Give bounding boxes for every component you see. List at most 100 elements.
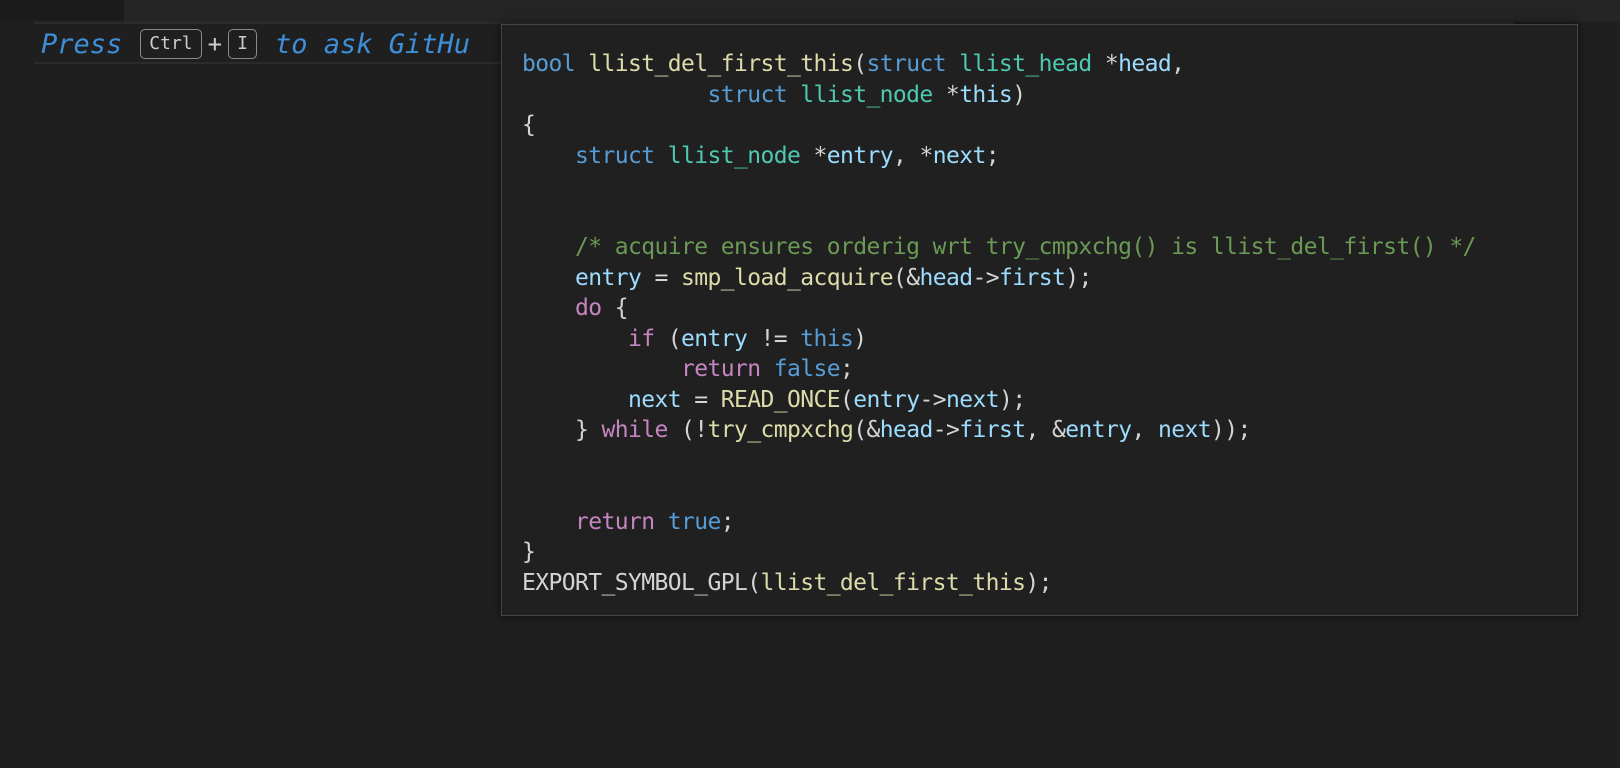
code-token: )); [1210, 417, 1251, 443]
code-line: do { [522, 293, 1476, 324]
code-line: } while (!try_cmpxchg(&head->first, &ent… [522, 415, 1476, 446]
code-token: this [800, 325, 854, 352]
code-token: { [522, 112, 536, 138]
code-token: , [1131, 417, 1158, 443]
code-token: ( [654, 325, 682, 352]
code-token: while [601, 417, 668, 443]
code-token: READ_ONCE [720, 386, 841, 413]
code-token: = [641, 264, 681, 291]
code-token: llist_head [959, 51, 1092, 77]
code-line: } [522, 537, 1476, 568]
code-token: this [959, 81, 1013, 108]
code-token: next [945, 386, 1000, 413]
code-token: struct [575, 142, 655, 169]
hover-code-block: bool llist_del_first_this(struct llist_h… [522, 49, 1476, 598]
code-token: /* acquire ensures orderig wrt try_cmpxc… [575, 234, 1476, 260]
hint-press-text: Press [41, 28, 123, 60]
code-token: ) [853, 325, 867, 352]
code-token: != [747, 325, 801, 352]
code-token: head [879, 417, 934, 443]
code-token: llist_del_first_this [588, 51, 854, 77]
code-token: ); [1065, 264, 1092, 291]
code-token: next [1157, 417, 1212, 443]
code-token: entry [1065, 417, 1132, 443]
code-token: } [522, 417, 602, 443]
code-token: try_cmpxchg [707, 417, 854, 443]
ctrl-key-badge: Ctrl [140, 29, 202, 59]
code-token: entry [826, 142, 894, 169]
code-token: ( [839, 386, 854, 413]
code-token: false [773, 356, 841, 382]
code-token: * [800, 142, 827, 169]
code-token: next [932, 142, 987, 169]
code-token: ; [839, 356, 854, 382]
code-token: smp_load_acquire [681, 264, 894, 291]
i-key-badge: I [228, 29, 257, 59]
code-token: entry [853, 386, 920, 413]
code-token: * [1091, 51, 1119, 77]
code-token: ; [720, 508, 735, 535]
code-line: entry = smp_load_acquire(&head->first); [522, 263, 1476, 294]
code-token: ); [1025, 569, 1052, 596]
code-token: return [575, 508, 655, 535]
code-token: true [667, 508, 722, 535]
code-token: first [998, 264, 1066, 291]
code-token: struct [707, 81, 787, 108]
code-token: -> [919, 386, 946, 413]
code-token: struct [866, 51, 946, 77]
code-token: entry [575, 264, 642, 291]
code-token: * [932, 81, 960, 108]
code-line: /* acquire ensures orderig wrt try_cmpxc… [522, 232, 1476, 263]
code-token: llist_node [667, 142, 801, 169]
code-token: -> [972, 264, 999, 291]
code-line: if (entry != this) [522, 324, 1476, 355]
editor-top-strip-left [0, 0, 124, 20]
code-line: return true; [522, 507, 1476, 538]
code-line: bool llist_del_first_this(struct llist_h… [522, 49, 1476, 80]
code-token: llist_del_first_this [760, 569, 1026, 596]
code-token: , & [1025, 417, 1066, 443]
code-token: EXPORT_SYMBOL_GPL( [522, 569, 761, 596]
hint-rest-text: to ask GitHu [274, 28, 471, 60]
code-token: , [1171, 51, 1185, 77]
code-token: (& [853, 417, 880, 443]
plus-separator: + [207, 30, 223, 58]
code-token: (! [667, 417, 708, 443]
code-token: , * [892, 142, 933, 169]
code-line: { [522, 110, 1476, 141]
code-token: if [627, 325, 655, 352]
code-token: ) [1012, 81, 1026, 108]
copilot-inline-hint: Press Ctrl + I to ask GitHu [41, 26, 470, 62]
definition-hover-popup[interactable]: bool llist_del_first_this(struct llist_h… [501, 24, 1578, 616]
code-token: do [575, 295, 602, 321]
code-token: entry [680, 325, 748, 352]
code-token: first [959, 417, 1026, 443]
code-line: struct llist_node *this) [522, 80, 1476, 111]
code-token: head [1118, 51, 1172, 77]
code-token: } [522, 539, 536, 565]
code-token: next [627, 386, 682, 413]
code-line: next = READ_ONCE(entry->next); [522, 385, 1476, 416]
code-token: head [919, 264, 973, 291]
code-line: struct llist_node *entry, *next; [522, 141, 1476, 172]
code-token: return [680, 356, 761, 382]
code-token: ( [853, 51, 867, 77]
code-token: -> [932, 417, 960, 443]
